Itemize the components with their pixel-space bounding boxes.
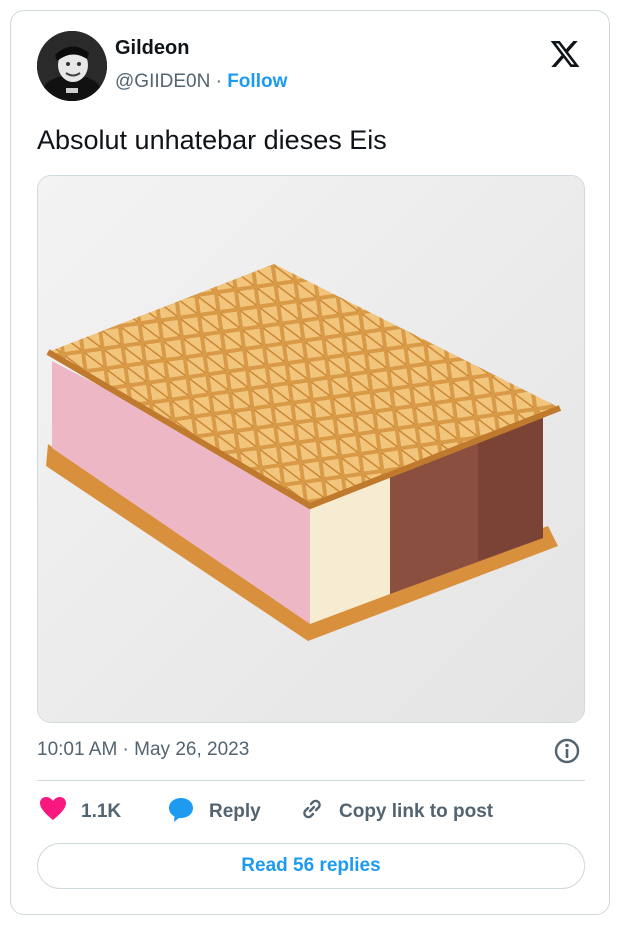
reply-label: Reply: [209, 801, 261, 822]
tweet-text: Absolut unhatebar dieses Eis: [37, 125, 387, 155]
avatar[interactable]: [37, 31, 107, 101]
tweet-image[interactable]: [37, 175, 585, 723]
follow-button[interactable]: Follow: [227, 71, 287, 92]
copy-link-label: Copy link to post: [339, 801, 494, 822]
reply-button[interactable]: Reply: [167, 797, 261, 827]
heart-icon: [39, 796, 67, 828]
link-icon: [299, 796, 325, 828]
meta-separator: ·: [215, 71, 222, 92]
info-icon[interactable]: [553, 737, 581, 765]
speech-bubble-icon: [167, 795, 195, 829]
author-name[interactable]: Gildeon: [115, 37, 189, 60]
like-count: 1.1K: [81, 801, 122, 822]
tweet-card: Gildeon @GIIDE0N · Follow Absolut unhate…: [10, 10, 610, 915]
author-handle[interactable]: @GIIDE0N: [115, 71, 210, 92]
author-meta: @GIIDE0N · Follow: [115, 71, 287, 93]
like-button[interactable]: 1.1K: [39, 797, 121, 827]
tweet-timestamp[interactable]: 10:01 AM · May 26, 2023: [37, 739, 249, 761]
copy-link-button[interactable]: Copy link to post: [299, 797, 493, 827]
read-replies-button[interactable]: Read 56 replies: [37, 843, 585, 889]
ice-cream-sandwich-illustration: [38, 176, 584, 722]
x-logo-icon[interactable]: [549, 38, 581, 70]
divider: [37, 780, 585, 781]
